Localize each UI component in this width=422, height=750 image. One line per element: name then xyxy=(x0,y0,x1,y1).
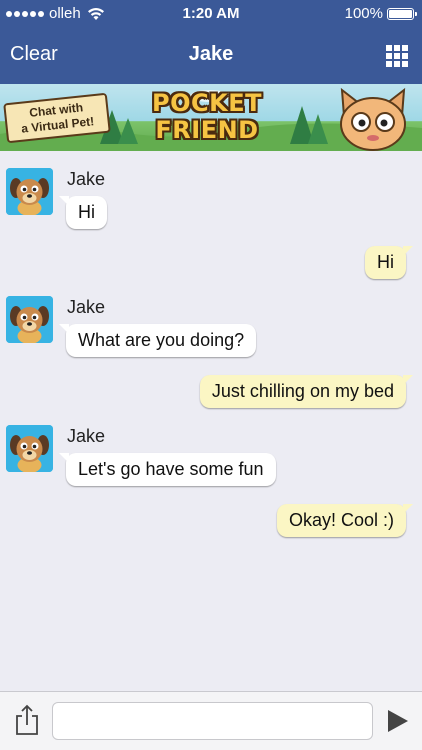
cat-icon xyxy=(340,87,406,151)
battery-icon xyxy=(387,7,417,20)
dog-icon xyxy=(6,296,53,343)
banner-title: POCKET FRIEND xyxy=(132,90,282,144)
outgoing-message-bubble[interactable]: Just chilling on my bed xyxy=(199,375,414,408)
dog-avatar[interactable] xyxy=(6,168,53,215)
message-input[interactable] xyxy=(52,702,373,740)
sender-name: Jake xyxy=(67,297,106,317)
battery-percent: 100% xyxy=(344,5,383,22)
status-right: 100% xyxy=(344,5,417,22)
incoming-message-bubble[interactable]: Hi xyxy=(59,196,107,229)
dog-avatar[interactable] xyxy=(6,425,53,472)
share-icon[interactable] xyxy=(14,704,40,736)
outgoing-message-bubble[interactable]: Hi xyxy=(365,246,413,279)
incoming-message-bubble[interactable]: What are you doing? xyxy=(58,324,257,357)
banner-title-line2: FRIEND xyxy=(155,116,259,144)
conversation-title: Jake xyxy=(188,43,234,65)
grid-icon[interactable] xyxy=(386,45,408,67)
dog-avatar[interactable] xyxy=(6,296,53,343)
dog-icon xyxy=(6,168,53,215)
navigation-bar: Clear Jake xyxy=(0,28,422,84)
chat-thread[interactable]: Jake Hi Hi Jake What are you doing? Just… xyxy=(0,151,422,691)
message-input-bar xyxy=(0,691,422,750)
banner-ad[interactable]: Chat with a Virtual Pet! POCKET FRIEND xyxy=(0,84,422,151)
clear-button[interactable]: Clear xyxy=(10,43,58,66)
sender-name: Jake xyxy=(67,426,106,446)
outgoing-message-bubble[interactable]: Okay! Cool :) xyxy=(276,504,414,537)
dog-icon xyxy=(6,425,53,472)
banner-title-line1: POCKET xyxy=(152,89,262,117)
status-bar: olleh 1:20 AM 100% xyxy=(0,0,422,28)
send-icon[interactable] xyxy=(386,709,410,733)
sender-name: Jake xyxy=(67,169,106,189)
incoming-message-bubble[interactable]: Let's go have some fun xyxy=(59,453,276,486)
